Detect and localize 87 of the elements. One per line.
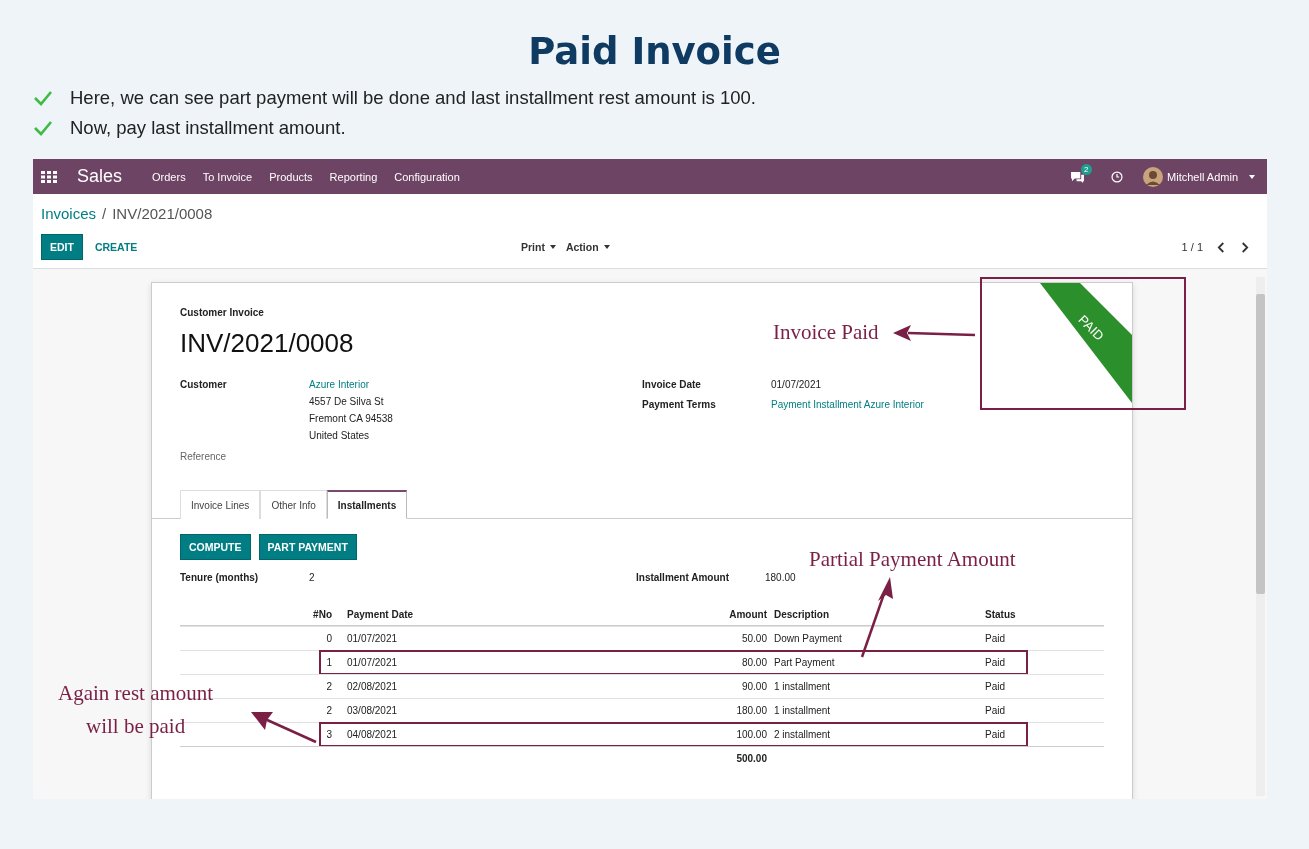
table-cell-text: Down Payment — [773, 633, 843, 644]
breadcrumb-current: INV/2021/0008 — [112, 205, 213, 224]
dropdown-button[interactable]: Action — [565, 241, 599, 253]
invoice-number: INV/2021/0008 — [180, 328, 354, 359]
message-count-badge: 2 — [1081, 163, 1092, 175]
table-total: 500.00 — [735, 753, 767, 764]
check-icon — [33, 90, 53, 106]
table-cell-text: 1 installment — [773, 681, 832, 692]
field-label: Reference — [180, 451, 228, 462]
annotation-text: Partial Payment Amount — [809, 547, 1016, 572]
table-cell-text: 50.00 — [740, 633, 767, 644]
clock-icon[interactable] — [1111, 170, 1124, 183]
table-cell-text: 1 installment — [773, 705, 832, 716]
table-cell-text: Paid — [985, 681, 1006, 692]
caret-icon[interactable] — [549, 245, 556, 249]
address-line: Fremont CA 94538 — [309, 413, 393, 424]
column-header: Payment Date — [346, 608, 415, 620]
dropdown-button[interactable]: Print — [521, 241, 545, 253]
pager: 1 / 1 — [1181, 241, 1203, 253]
chat-icon[interactable] — [1070, 170, 1086, 183]
table-cell-text: Paid — [985, 705, 1006, 716]
scrollbar[interactable] — [1256, 277, 1265, 796]
field-label: Tenure (months) — [180, 572, 260, 583]
page-title: Paid Invoice — [527, 30, 782, 74]
table-cell-text: 04/08/2021 — [346, 729, 399, 740]
table-cell-text: 01/07/2021 — [346, 633, 399, 644]
field-label: Payment Terms — [642, 399, 717, 410]
table-cell-text: 2 — [325, 705, 332, 716]
apps-icon[interactable] — [41, 170, 57, 183]
previous-icon[interactable] — [1217, 241, 1226, 253]
column-header: Amount — [728, 608, 767, 620]
bullet-text: Now, pay last installment amount. — [70, 116, 346, 140]
tab[interactable]: Installments — [326, 490, 408, 519]
table-cell-text: 80.00 — [740, 657, 767, 668]
field-value: 180.00 — [765, 572, 796, 583]
breadcrumb-link[interactable]: Invoices — [41, 205, 97, 227]
address-line: 4557 De Silva St — [309, 396, 385, 407]
tab[interactable]: Other Info — [260, 490, 327, 519]
table-cell-text: Paid — [985, 729, 1006, 740]
field-label: Installment Amount — [636, 572, 730, 583]
field-value: 2 — [309, 572, 316, 583]
table-cell-text: 90.00 — [740, 681, 767, 692]
table-cell-text: 1 — [325, 657, 332, 668]
table-cell-text: 3 — [325, 729, 332, 740]
table-cell-text: 2 — [325, 681, 332, 692]
field-label: Customer — [180, 379, 228, 392]
column-header: Status — [985, 608, 1017, 620]
table-cell-text: 100.00 — [735, 729, 767, 740]
form-button[interactable]: COMPUTE — [180, 534, 251, 560]
next-icon[interactable] — [1240, 241, 1249, 253]
table-cell-text: Paid — [985, 657, 1006, 668]
breadcrumb-separator: / — [102, 205, 107, 224]
table-cell-text: 180.00 — [735, 705, 767, 716]
menu-item[interactable]: Products — [269, 170, 313, 183]
annotation-text: Again rest amount — [58, 681, 214, 706]
caret-icon[interactable] — [603, 245, 610, 249]
form-button[interactable]: PART PAYMENT — [258, 534, 357, 560]
arrow — [251, 712, 317, 744]
table-cell-text: 02/08/2021 — [346, 681, 399, 692]
user-menu[interactable]: Mitchell Admin — [1167, 170, 1238, 183]
create-button[interactable]: CREATE — [94, 241, 138, 253]
table-cell-text: Part Payment — [773, 657, 836, 668]
menu-item[interactable]: Configuration — [394, 170, 460, 183]
edit-button[interactable]: EDIT — [41, 234, 83, 260]
field-value: 01/07/2021 — [771, 379, 822, 390]
field-link[interactable]: Payment Installment Azure Interior — [771, 399, 924, 410]
check-icon — [33, 120, 53, 136]
menu-item[interactable]: To Invoice — [202, 170, 253, 183]
table-cell-text: 01/07/2021 — [346, 657, 399, 668]
table-cell-text: 03/08/2021 — [346, 705, 399, 716]
bullet-text: Here, we can see part payment will be done and last installment rest amount is 100. — [70, 86, 756, 110]
customer-link[interactable]: Azure Interior — [309, 379, 393, 390]
tab[interactable]: Invoice Lines — [180, 490, 261, 519]
annotation-text: will be paid — [86, 714, 186, 739]
column-header: Description — [773, 608, 830, 620]
avatar-icon — [1143, 166, 1164, 187]
table-cell-text: 2 installment — [773, 729, 832, 740]
menu-item[interactable]: Reporting — [329, 170, 378, 183]
field-label: Invoice Date — [642, 379, 702, 390]
annotation-text: Invoice Paid — [773, 320, 879, 345]
menu-item[interactable]: Orders — [152, 170, 186, 183]
app-name[interactable]: Sales — [77, 166, 123, 187]
address-line: United States — [309, 430, 371, 441]
table-cell-text: Paid — [985, 633, 1006, 644]
document-type: Customer Invoice — [180, 307, 265, 318]
table-cell-text: 0 — [325, 633, 332, 644]
column-header: #No — [312, 608, 332, 620]
